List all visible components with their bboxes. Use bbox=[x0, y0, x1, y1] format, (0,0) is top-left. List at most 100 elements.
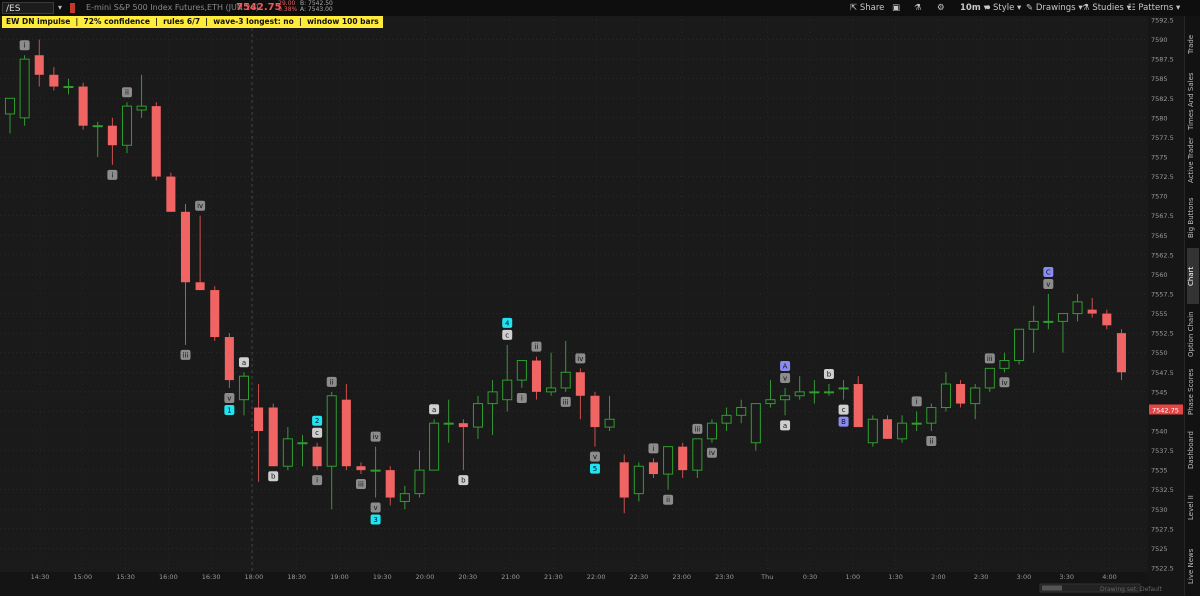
candle-body bbox=[4, 97, 16, 115]
candle-body bbox=[546, 387, 557, 393]
wave-label-text: i bbox=[521, 394, 523, 402]
candle-body bbox=[443, 422, 454, 425]
y-tick-label: 7590 bbox=[1151, 36, 1168, 44]
candle-body bbox=[706, 422, 717, 440]
y-tick-label: 7575 bbox=[1151, 154, 1168, 162]
candle-body bbox=[882, 419, 892, 439]
patterns-button[interactable]: ☷ Patterns ▾ bbox=[1128, 2, 1180, 14]
x-tick-label: 16:00 bbox=[159, 573, 178, 581]
share-icon: ⇱ bbox=[850, 3, 858, 13]
candle-body bbox=[663, 446, 674, 475]
wave-label-text: iii bbox=[358, 481, 364, 489]
wave-label-text: iv bbox=[373, 433, 379, 441]
candle-body bbox=[984, 367, 995, 389]
candle-body bbox=[1116, 333, 1126, 373]
x-tick-label: 18:30 bbox=[287, 573, 306, 581]
screenshot-button[interactable]: ▣ bbox=[892, 2, 900, 14]
y-tick-label: 7582.5 bbox=[1151, 95, 1174, 103]
candle-body bbox=[78, 86, 88, 126]
y-tick-label: 7535 bbox=[1151, 467, 1168, 475]
wave-label-text: A bbox=[783, 362, 788, 370]
wave-label-text: B bbox=[841, 418, 846, 426]
symbol-input[interactable]: /ES bbox=[2, 2, 54, 14]
wave-label-text: c bbox=[842, 406, 846, 414]
wave-label-text: iii bbox=[987, 355, 993, 363]
candle-body bbox=[956, 384, 966, 404]
wave-banner: EW DN impulse | 72% confidence | rules 6… bbox=[2, 16, 383, 28]
y-tick-label: 7525 bbox=[1151, 545, 1168, 553]
x-tick-label: 2:00 bbox=[931, 573, 946, 581]
y-tick-label: 7550 bbox=[1151, 349, 1168, 357]
candle-body bbox=[487, 391, 498, 405]
link-flag-icon[interactable] bbox=[70, 3, 75, 13]
sidebar-tab-level-ii[interactable]: Level II bbox=[1187, 480, 1199, 536]
x-tick-label: 22:00 bbox=[587, 573, 606, 581]
flask-icon: ⚗ bbox=[914, 3, 922, 13]
wave-label-text: a bbox=[432, 406, 436, 414]
chevron-down-icon[interactable]: ▾ bbox=[58, 3, 62, 12]
candle-body bbox=[370, 469, 381, 472]
flask-button[interactable]: ⚗ bbox=[914, 2, 922, 14]
candle-body bbox=[516, 360, 527, 381]
candle-body bbox=[531, 360, 542, 392]
x-tick-label: 20:00 bbox=[416, 573, 435, 581]
wave-label-text: b bbox=[461, 477, 466, 485]
candle-body bbox=[341, 399, 351, 467]
candle-body bbox=[472, 403, 484, 428]
sidebar-tab-chart[interactable]: Chart bbox=[1187, 248, 1199, 304]
drawings-button[interactable]: ✎ Drawings ▾ bbox=[1026, 2, 1083, 14]
candle-body bbox=[750, 403, 761, 444]
wave-label-text: b bbox=[271, 473, 276, 481]
sidebar-tab-trade[interactable]: Trade bbox=[1187, 16, 1199, 72]
wave-label-text: v bbox=[593, 453, 597, 461]
candle-body bbox=[619, 462, 629, 498]
candle-body bbox=[238, 375, 250, 401]
style-button[interactable]: ⏺ Style ▾ bbox=[986, 2, 1021, 14]
x-tick-label: 0:30 bbox=[803, 573, 818, 581]
candle-body bbox=[560, 371, 571, 389]
sidebar-tab-live-news[interactable]: Live News bbox=[1187, 538, 1199, 594]
candle-body bbox=[502, 379, 513, 401]
y-tick-label: 7577.5 bbox=[1151, 134, 1174, 142]
timeframe-button[interactable]: 10m ▾ bbox=[960, 2, 988, 14]
sidebar-tab-active-trader[interactable]: Active Trader bbox=[1187, 132, 1199, 188]
candle-body bbox=[1057, 313, 1068, 322]
candle-body bbox=[678, 446, 688, 471]
candle-body bbox=[780, 395, 791, 401]
wave-label-text: iii bbox=[563, 398, 569, 406]
candle-body bbox=[458, 423, 468, 428]
price-chart[interactable]: 7592.5 7590 7587.5 7585 7582.5 7580 7577.5 7575… bbox=[0, 16, 1184, 596]
candle-body bbox=[49, 74, 59, 87]
y-tick-label: 7545 bbox=[1151, 388, 1168, 396]
scrollbar-thumb[interactable] bbox=[1042, 585, 1062, 591]
candle-body bbox=[63, 86, 74, 89]
drawings-label: Drawings bbox=[1035, 3, 1076, 13]
sidebar-tab-phase-scores[interactable]: Phase Scores bbox=[1187, 364, 1199, 420]
candle-body bbox=[195, 282, 205, 291]
sidebar-tab-dashboard[interactable]: Dashboard bbox=[1187, 422, 1199, 478]
candle-body bbox=[210, 290, 220, 338]
wave-label-text: v bbox=[783, 374, 787, 382]
sidebar-tab-big-buttons[interactable]: Big Buttons bbox=[1187, 190, 1199, 246]
patterns-icon: ☷ bbox=[1128, 3, 1136, 13]
patterns-label: Patterns bbox=[1138, 3, 1174, 13]
studies-icon: ⚗ bbox=[1082, 3, 1090, 13]
style-label: Style bbox=[992, 3, 1015, 13]
settings-button[interactable]: ⚙ bbox=[937, 2, 945, 14]
wave-label-text: b bbox=[827, 371, 832, 379]
y-tick-label: 7585 bbox=[1151, 75, 1168, 83]
x-tick-label: 1:00 bbox=[846, 573, 861, 581]
wave-label-text: ii bbox=[535, 343, 539, 351]
wave-label-text: 4 bbox=[505, 319, 510, 327]
x-tick-label: 3:00 bbox=[1017, 573, 1032, 581]
candle-body bbox=[838, 387, 849, 390]
candle-body bbox=[107, 125, 117, 146]
sidebar-tab-times-and-sales[interactable]: Times And Sales bbox=[1187, 72, 1199, 130]
wave-label-text: ii bbox=[929, 438, 933, 446]
candle-body bbox=[121, 105, 133, 146]
studies-button[interactable]: ⚗ Studies ▾ bbox=[1082, 2, 1131, 14]
sidebar-tab-option-chain[interactable]: Option Chain bbox=[1187, 306, 1199, 362]
share-button[interactable]: ⇱ Share bbox=[850, 2, 884, 14]
y-tick-label: 7565 bbox=[1151, 232, 1168, 240]
candle-body bbox=[867, 418, 878, 444]
